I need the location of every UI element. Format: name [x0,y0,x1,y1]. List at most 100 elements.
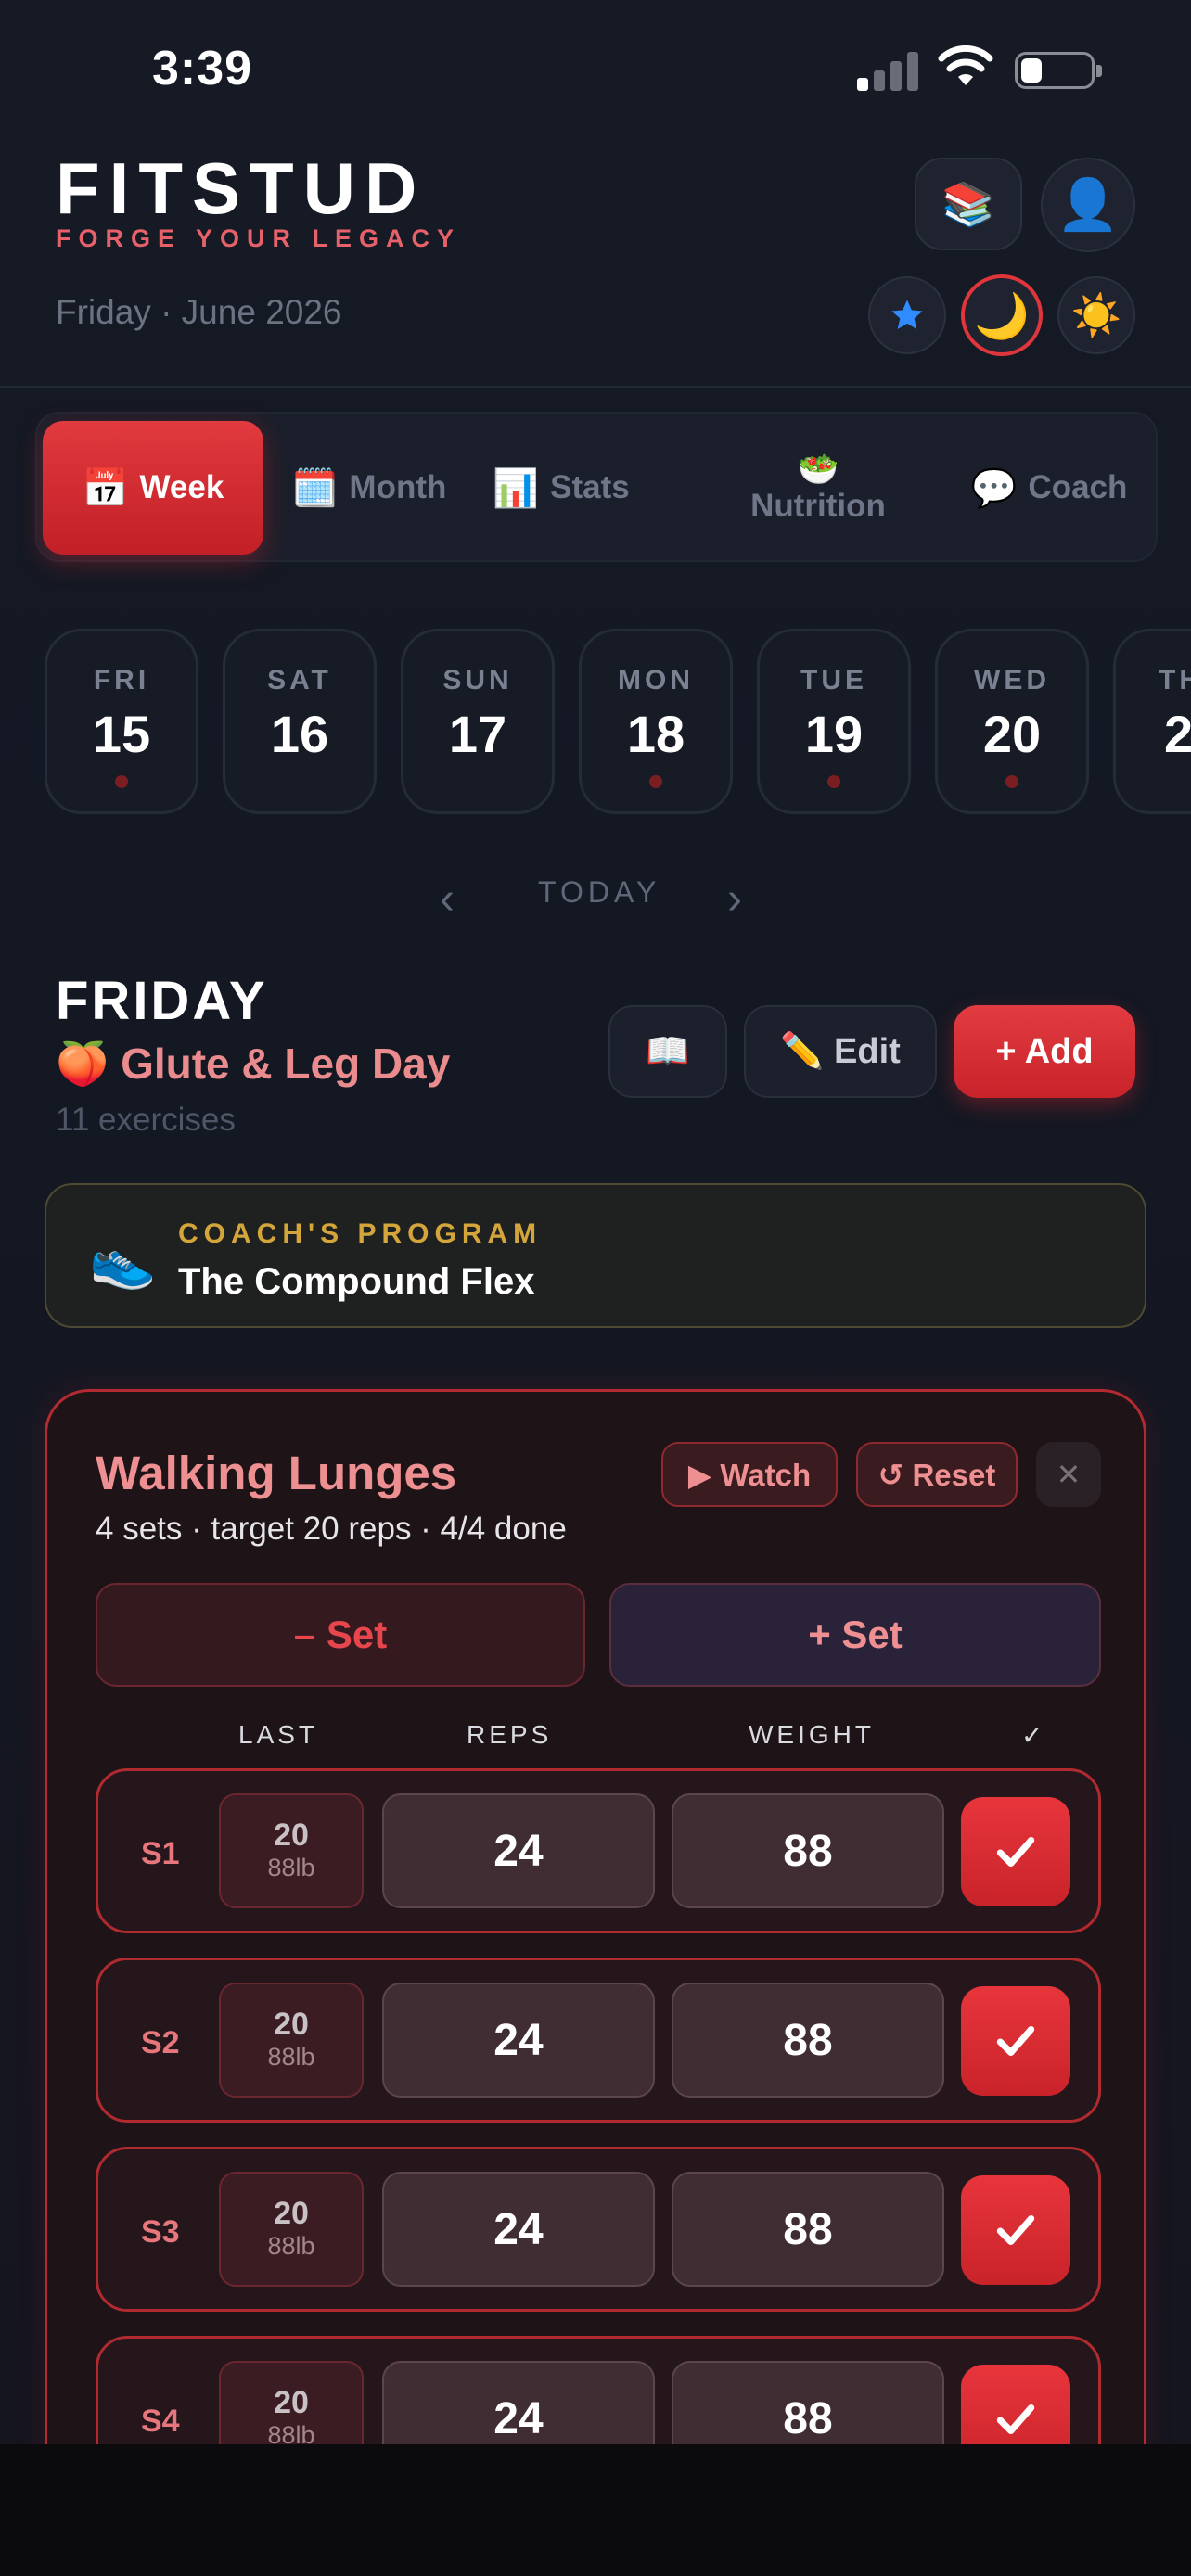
day-number: 19 [804,705,864,763]
set-complete-button[interactable] [961,2365,1070,2444]
book-icon: 📖 [646,1032,690,1071]
set-complete-button[interactable] [961,1986,1070,2096]
shoe-icon: 👟 [89,1231,157,1291]
day-chip-mon[interactable]: MON 18 [579,629,733,814]
set-complete-button[interactable] [961,2175,1070,2285]
app-brand: FITSTUD [56,147,427,229]
day-name: FRI [93,665,150,695]
day-number: 15 [92,705,151,763]
tab-coach[interactable]: 💬 Coach [952,421,1146,555]
last-weight: 88lb [267,2043,315,2071]
library-button[interactable]: 📚 [915,158,1022,250]
theme-star-button[interactable] [868,276,946,354]
set-row: S3 20 88lb 24 88 [96,2147,1101,2312]
set-label: S3 [141,2214,180,2250]
add-set-button[interactable]: + Set [609,1583,1101,1687]
day-chip-fri[interactable]: FRI 15 [45,629,198,814]
last-weight: 88lb [267,1854,315,1881]
column-header-weight: WEIGHT [749,1720,875,1749]
wifi-icon [938,45,993,85]
header-divider [0,386,1191,388]
prev-week-button[interactable]: ‹ [440,874,455,925]
tab-nutrition[interactable]: 🥗 Nutrition [725,421,911,555]
day-name: SAT [267,665,332,695]
exercise-count: 11 exercises [56,1102,236,1138]
app-screen: 3:39 FITSTUD FORGE YOUR LEGACY Friday · … [0,0,1191,2444]
tab-week-label: Week [139,469,224,505]
reps-input[interactable]: 24 [382,1983,655,2098]
tab-month-label: Month [349,469,447,505]
set-label: S4 [141,2404,180,2439]
workout-dot [1005,775,1018,788]
theme-light-button[interactable]: ☀️ [1057,276,1135,354]
guide-button[interactable]: 📖 [608,1005,727,1098]
coach-program-card[interactable]: 👟 COACH'S PROGRAM The Compound Flex [45,1183,1146,1328]
checkmark-icon [996,2025,1035,2057]
day-chip-sun[interactable]: SUN 17 [401,629,555,814]
last-performance: 20 88lb [219,2172,364,2287]
last-reps: 20 [274,1817,309,1853]
column-header-reps: REPS [467,1720,553,1749]
current-date: Friday · June 2026 [56,293,342,331]
last-reps: 20 [274,2196,309,2231]
weight-input[interactable]: 88 [672,1793,944,1908]
day-number: 16 [270,705,329,763]
tab-nutrition-label: Nutrition [750,488,886,524]
set-label: S1 [141,1836,180,1871]
workout-dot [115,775,128,788]
weight-input[interactable]: 88 [672,1983,944,2098]
edit-button[interactable]: ✏️ Edit [744,1005,937,1098]
tab-stats[interactable]: 📊 Stats [473,421,649,555]
day-number: 2 [1164,705,1191,763]
coach-program-kicker: COACH'S PROGRAM [178,1218,543,1249]
day-name: TH [1159,665,1191,695]
last-performance: 20 88lb [219,1793,364,1908]
next-week-button[interactable]: › [727,874,742,925]
reps-input[interactable]: 24 [382,2361,655,2444]
add-exercise-button[interactable]: + Add [954,1005,1135,1098]
app-tagline: FORGE YOUR LEGACY [56,224,462,252]
last-performance: 20 88lb [219,2361,364,2444]
day-name: SUN [442,665,513,695]
day-chip-wed[interactable]: WED 20 [935,629,1089,814]
set-row: S2 20 88lb 24 88 [96,1958,1101,2123]
day-chip-tue[interactable]: TUE 19 [757,629,911,814]
set-label: S2 [141,2025,180,2060]
watch-button[interactable]: ▶ Watch [661,1442,838,1507]
tab-month[interactable]: 🗓️ Month [280,421,458,555]
profile-icon: 👤 [1057,176,1120,233]
day-chip-thu[interactable]: TH 2 [1113,629,1191,814]
status-time: 3:39 [152,42,253,96]
weight-input[interactable]: 88 [672,2172,944,2287]
workout-dot [649,775,662,788]
last-reps: 20 [274,2385,309,2420]
today-button[interactable]: TODAY [538,875,660,910]
exercise-summary: 4 sets · target 20 reps · 4/4 done [96,1511,567,1547]
last-weight: 88lb [267,2421,315,2444]
tab-week[interactable]: 📅 Week [43,421,263,555]
reset-button[interactable]: ↺ Reset [856,1442,1018,1507]
star-icon [891,300,923,329]
weight-input[interactable]: 88 [672,2361,944,2444]
day-title: FRIDAY [56,971,268,1031]
reps-input[interactable]: 24 [382,1793,655,1908]
checkmark-icon [996,1836,1035,1868]
bottom-bar [0,2444,1191,2576]
moon-icon: 🌙 [974,291,1030,341]
workout-name-label: Glute & Leg Day [121,1039,451,1088]
checkmark-icon [996,2214,1035,2246]
column-header-done: ✓ [1021,1721,1047,1750]
view-tabs: 📅 Week 🗓️ Month 📊 Stats 🥗 Nutrition 💬 Co… [35,412,1158,562]
profile-button[interactable]: 👤 [1041,158,1135,252]
close-icon[interactable]: ✕ [1036,1442,1101,1507]
exercise-name: Walking Lunges [96,1447,457,1499]
theme-dark-button[interactable]: 🌙 [961,274,1043,356]
remove-set-button[interactable]: – Set [96,1583,585,1687]
day-chip-sat[interactable]: SAT 16 [223,629,377,814]
reps-input[interactable]: 24 [382,2172,655,2287]
salad-icon: 🥗 [797,450,839,488]
workout-name: 🍑 Glute & Leg Day [56,1039,450,1090]
tab-coach-label: Coach [1028,469,1128,505]
day-number: 18 [626,705,685,763]
set-complete-button[interactable] [961,1797,1070,1906]
